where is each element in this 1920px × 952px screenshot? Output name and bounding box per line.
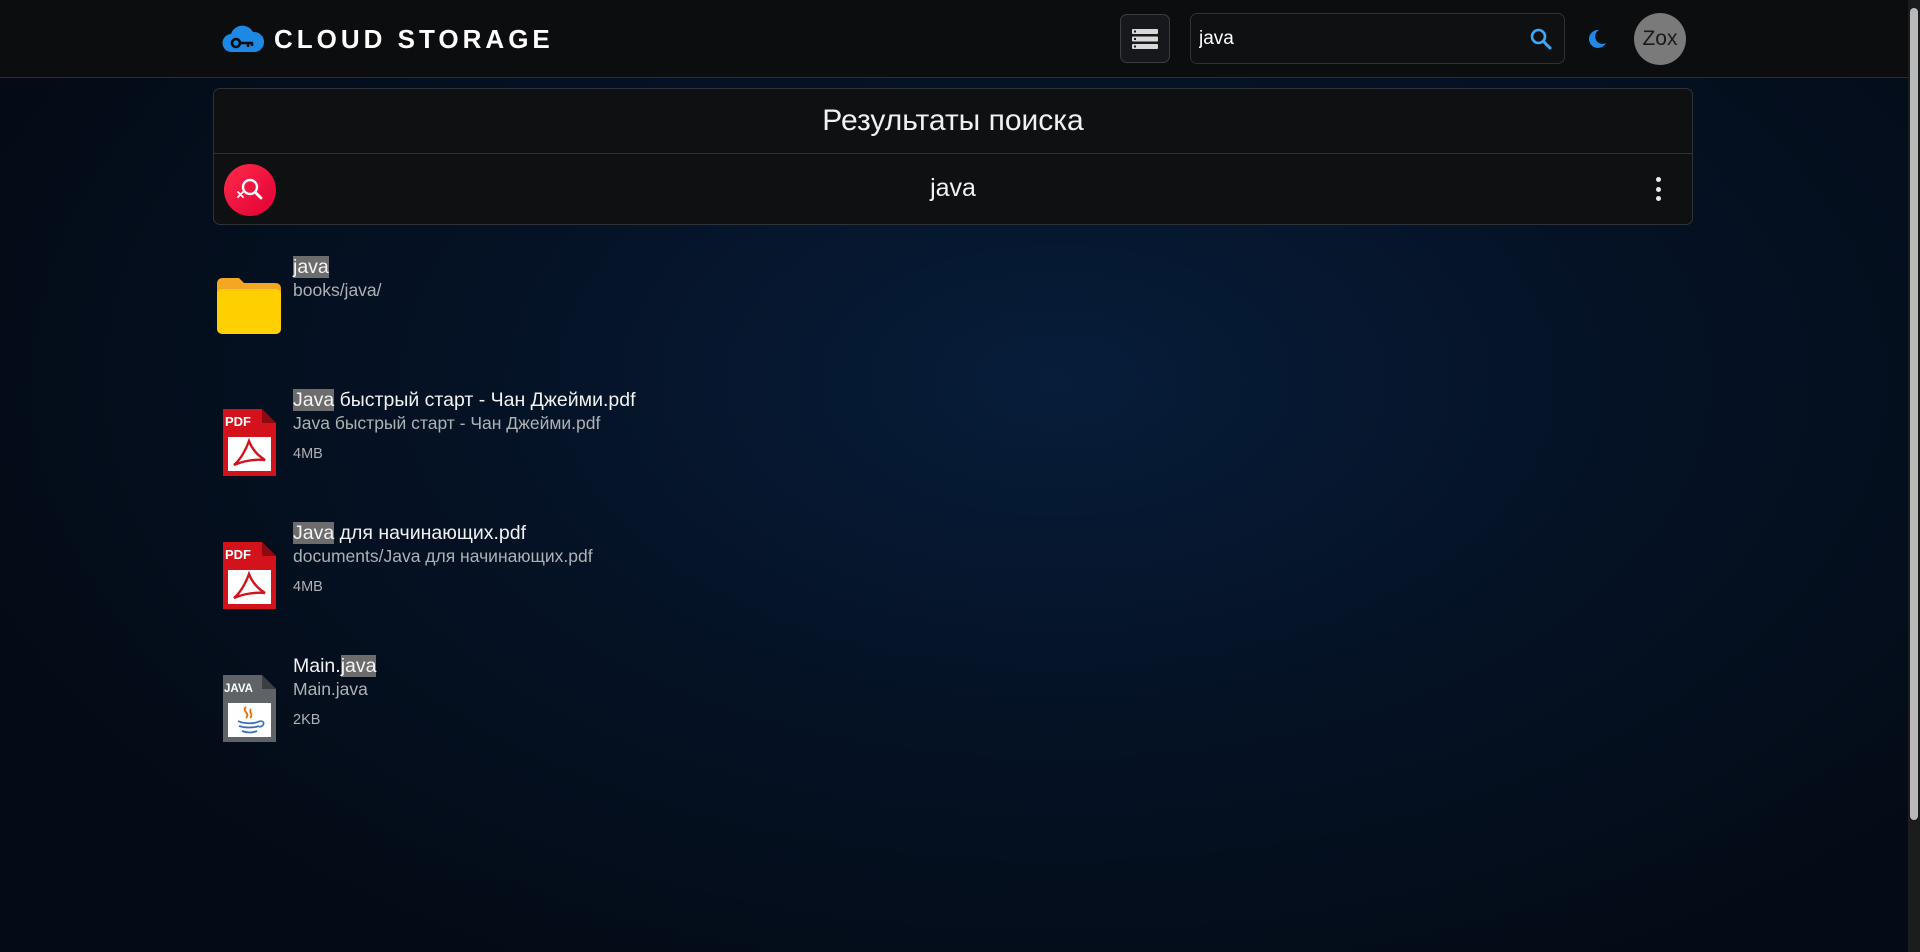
pdf-file-icon: PDF <box>223 542 276 609</box>
list-item[interactable]: PDF Java быстрый старт - Чан Джейми.pdf … <box>213 389 1113 499</box>
item-size: 4MB <box>293 579 323 595</box>
app-title: CLOUD STORAGE <box>274 23 554 54</box>
search-match-highlight: Java <box>293 389 335 411</box>
item-size: 4MB <box>293 446 323 462</box>
list-item[interactable]: java books/java/ <box>213 256 1113 366</box>
pdf-file-icon: PDF <box>223 409 276 476</box>
folder-icon <box>217 278 281 334</box>
item-path: books/java/ <box>293 280 382 300</box>
item-name: Main.java <box>293 655 377 677</box>
item-path: Java быстрый старт - Чан Джейми.pdf <box>293 413 601 433</box>
theme-toggle-button[interactable] <box>1584 26 1610 52</box>
list-view-icon <box>1132 28 1158 49</box>
search-input[interactable] <box>1199 14 1509 63</box>
item-path: documents/Java для начинающих.pdf <box>293 546 593 566</box>
svg-text:PDF: PDF <box>225 547 251 562</box>
item-path: Main.java <box>293 679 368 699</box>
more-vertical-icon[interactable] <box>1654 174 1662 204</box>
java-file-icon: JAVA <box>223 675 276 742</box>
scrollbar-thumb[interactable] <box>1910 8 1918 820</box>
moon-icon <box>1588 29 1606 48</box>
page-scrollbar[interactable] <box>1908 0 1920 952</box>
item-size: 2KB <box>293 712 321 728</box>
list-item[interactable]: JAVA Main.java Main.java 2KB <box>213 655 1113 765</box>
item-name: java <box>293 256 329 279</box>
app-header: CLOUD STORAGE Zox <box>0 0 1908 78</box>
search-results-panel: Результаты поиска java <box>213 88 1693 225</box>
page-title: Результаты поиска <box>214 89 1692 154</box>
avatar[interactable]: Zox <box>1634 13 1686 65</box>
search-query-label: java <box>930 174 976 202</box>
item-name: Java быстрый старт - Чан Джейми.pdf <box>293 389 636 411</box>
app-logo[interactable]: CLOUD STORAGE <box>222 22 554 56</box>
list-item[interactable]: PDF Java для начинающих.pdf documents/Ja… <box>213 522 1113 632</box>
svg-text:JAVA: JAVA <box>224 683 253 695</box>
svg-text:PDF: PDF <box>225 414 251 429</box>
item-name: Java для начинающих.pdf <box>293 522 527 544</box>
search-button[interactable] <box>1528 26 1554 52</box>
cloud-key-icon <box>222 25 264 53</box>
search-icon <box>1530 28 1552 50</box>
search-box <box>1190 13 1565 64</box>
search-match-highlight: java <box>340 655 377 677</box>
search-query-row: java <box>214 154 1692 225</box>
search-match-highlight: java <box>293 256 329 278</box>
search-match-highlight: Java <box>293 522 335 544</box>
view-toggle-button[interactable] <box>1120 14 1170 63</box>
